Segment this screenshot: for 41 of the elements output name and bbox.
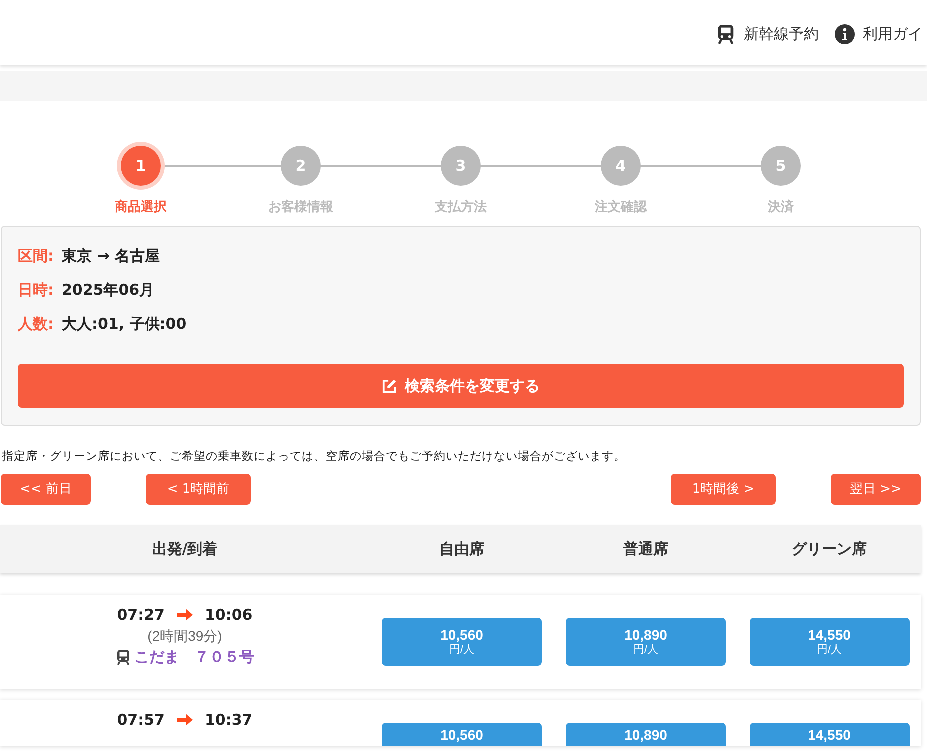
field-value: 東京 → 名古屋 [62,246,160,267]
train-icon [716,24,736,45]
arrow-icon [177,714,193,726]
change-search-button[interactable]: 検索条件を変更する [18,364,904,408]
field-label: 人数: [18,314,54,335]
column-header: 出発/到着 [151,539,219,560]
departure-time: 07:57 [117,710,165,732]
price-button[interactable]: 10,890 円/人 [566,618,726,666]
header-link[interactable]: 利用ガイ [835,19,923,46]
column-header: 自由席 [438,539,486,560]
field-label: 区間: [18,246,54,267]
info-icon [835,24,855,45]
price-button[interactable]: 10,890 [566,723,726,746]
price-button[interactable]: 10,560 [382,723,542,746]
duration-text: (2時間39分) [148,627,222,646]
nav-button[interactable]: 1時間後 > [671,474,776,506]
train-name: こだま ７０５号 [134,647,254,668]
field-value: 大人:01, 子供:00 [62,314,187,335]
column-header: グリーン席 [791,539,868,560]
edit-icon [382,378,397,394]
step-label: 注文確認 [595,198,647,217]
arrival-time: 10:06 [205,605,253,626]
nav-button[interactable]: << 前日 [1,474,91,506]
step-label: 商品選択 [115,198,167,217]
price-button[interactable]: 14,550 円/人 [750,618,910,666]
arrow-icon [177,609,193,622]
notice-text: 指定席・グリーン席において、ご希望の乗車数によっては、空席の場合でもご予約いただけない場合がございます。 [2,448,627,465]
header-link[interactable]: 新幹線予約 [716,19,819,46]
train-icon [116,649,130,666]
step-label: 決済 [768,198,794,217]
nav-button[interactable]: < 1時間前 [146,474,251,506]
price-button[interactable]: 10,560 円/人 [382,618,542,666]
departure-time: 07:27 [117,605,165,626]
column-header: 普通席 [622,539,670,560]
arrival-time: 10:37 [205,710,253,732]
field-label: 日時: [18,280,54,301]
field-value: 2025年06月 [62,280,155,301]
price-button[interactable]: 14,550 [750,723,910,746]
step-label: 支払方法 [435,198,487,217]
step-label: お客様情報 [268,198,334,217]
nav-button[interactable]: 翌日 >> [831,474,921,506]
